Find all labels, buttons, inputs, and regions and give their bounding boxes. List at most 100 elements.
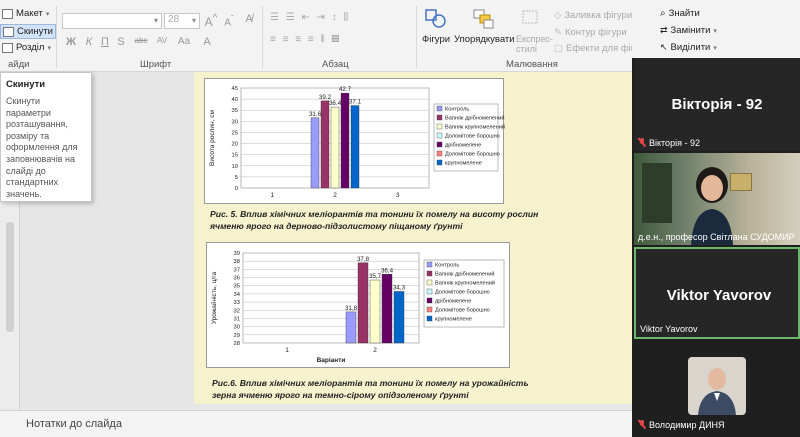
chevron-down-icon: ▾ xyxy=(45,10,50,18)
slides-pane-scrollbar[interactable] xyxy=(6,222,14,332)
quick-styles-button[interactable]: Експрес-стилі xyxy=(516,34,553,54)
legend-label: Доломітове борошно xyxy=(445,134,500,140)
legend-swatch xyxy=(436,114,443,121)
find-button[interactable]: ⌕ Знайти xyxy=(660,8,700,19)
participant-tile-sudomyr[interactable]: д.е.н., професор Світлана СУДОМИР xyxy=(634,153,800,245)
legend-swatch xyxy=(426,288,433,295)
slide-canvas[interactable]: 45 40 35 30 25 20 15 10 5 0 1 2 3 31.6 39.2 36.4 42.7 37.… xyxy=(194,72,650,404)
participant-tile-viktoriya[interactable]: Вікторія - 92 Вікторія - 92 xyxy=(634,58,800,151)
y-tick-label: 28 xyxy=(234,341,240,347)
y-tick-label: 15 xyxy=(232,153,238,159)
bar xyxy=(357,262,369,344)
legend-label: Доломітове борошно xyxy=(435,290,490,296)
legend-swatch xyxy=(426,261,433,268)
chart-yield-svg: 39 38 37 36 35 34 33 32 31 30 29 28 1 2 31,8 37,8 35,736… xyxy=(210,251,505,364)
y-tick-label: 37 xyxy=(234,267,240,273)
chevron-down-icon: ▾ xyxy=(713,27,717,35)
reset-button[interactable]: Скинути xyxy=(0,24,56,39)
group-label-font: Шрифт xyxy=(140,59,172,70)
shapes-icon xyxy=(424,8,448,30)
shape-effects-button[interactable]: ▢ Ефекти для фігур xyxy=(554,43,644,54)
shape-fill-button[interactable]: ◇ Заливка фігури xyxy=(554,10,632,21)
char-spacing-button[interactable]: AV xyxy=(154,36,170,45)
y-tick-label: 5 xyxy=(235,175,238,181)
participant-tile-yavorov[interactable]: Viktor Yavorov Viktor Yavorov xyxy=(634,247,800,339)
font-size-combo[interactable]: 28 ▾ xyxy=(164,13,200,29)
bold-button[interactable]: Ж xyxy=(64,36,78,48)
caption-figure-5-line1: Рис. 5. Вплив хімічних меліорантів та то… xyxy=(210,209,539,219)
legend-swatch xyxy=(436,132,443,139)
participant-name-label: Viktor Yavorov xyxy=(640,324,698,334)
chart-plant-height-svg: 4540353025201510501 2 331.639.236.442.737.… xyxy=(209,86,505,199)
legend-label: Вапняк дрібномелений xyxy=(445,115,505,122)
bar xyxy=(350,105,360,189)
notes-bar[interactable]: Нотатки до слайда xyxy=(0,410,632,437)
section-button[interactable]: Розділ ▾ xyxy=(2,42,51,53)
y-tick-label: 45 xyxy=(232,86,238,92)
chart-plant-height[interactable]: 45 40 35 30 25 20 15 10 5 0 1 2 3 31.6 39.2 36.4 42.7 37.… xyxy=(204,78,505,204)
legend-label: Доломітове борошно xyxy=(435,308,490,314)
shadow-button[interactable]: S xyxy=(114,36,128,48)
ribbon: Макет ▾ Скинути Розділ ▾ айди ▾ 28 ▾ A^ Aˇ … xyxy=(0,0,653,72)
search-icon: ⌕ xyxy=(660,8,666,19)
italic-button[interactable]: К xyxy=(82,36,96,48)
chevron-down-icon: ▾ xyxy=(47,44,51,52)
paragraph-controls: ☰ ☰ ⇤ ⇥ ↕ ⫼ ≡ ≡ ≡ ≡ ⫴ ▤ xyxy=(270,12,400,52)
x-axis-label: Варіанти xyxy=(317,356,346,364)
arrange-icon xyxy=(472,8,496,30)
legend-swatch xyxy=(426,279,433,286)
increase-font-icon[interactable]: A^ xyxy=(204,13,218,29)
x-tick-label: 2 xyxy=(333,192,337,199)
y-tick-label: 35 xyxy=(234,284,240,290)
y-tick-label: 34 xyxy=(234,292,241,298)
group-label-slides: айди xyxy=(8,59,30,70)
y-tick-label: 33 xyxy=(234,300,240,306)
chart-yield[interactable]: 39 38 37 36 35 34 33 32 31 30 29 28 1 2 31,8 37,8 35,7 36… xyxy=(206,242,510,368)
cursor-icon: ↖ xyxy=(660,42,668,52)
font-name-combo[interactable]: ▾ xyxy=(62,13,162,29)
select-button[interactable]: ↖ Виділити ▾ xyxy=(660,42,717,53)
bar xyxy=(393,291,405,344)
paint-bucket-icon: ◇ xyxy=(554,10,562,21)
change-case-button[interactable]: Aa xyxy=(176,36,192,47)
list-icons[interactable]: ☰ ☰ ⇤ ⇥ ↕ ⫼ xyxy=(270,12,350,23)
legend-label: дрібномелене xyxy=(435,299,471,305)
x-tick-label: 1 xyxy=(271,192,275,199)
y-tick-label: 40 xyxy=(232,97,238,103)
bar xyxy=(320,100,330,189)
strikethrough-button[interactable]: abc xyxy=(132,36,150,45)
decrease-font-icon[interactable]: Aˇ xyxy=(222,13,236,28)
y-tick-label: 25 xyxy=(232,130,238,136)
x-tick-label: 2 xyxy=(373,347,377,354)
y-tick-label: 10 xyxy=(232,164,238,170)
y-tick-label: 38 xyxy=(234,259,240,265)
data-label: 37.1 xyxy=(349,99,362,106)
replace-icon: ⇄ xyxy=(660,25,668,35)
arrange-button[interactable]: Упорядкувати xyxy=(454,34,515,45)
shape-outline-button[interactable]: ✎ Контур фігури xyxy=(554,27,627,38)
bar xyxy=(381,274,393,344)
data-label: 36,4 xyxy=(381,267,394,274)
y-tick-label: 29 xyxy=(234,333,240,339)
legend-swatch xyxy=(436,150,443,157)
legend-label: Вапняк дрібномелений xyxy=(435,271,495,278)
shapes-button[interactable]: Фігури xyxy=(422,34,450,45)
replace-button[interactable]: ⇄ Замінити ▾ xyxy=(660,25,717,36)
legend-label: Вапняк крупномелений xyxy=(435,280,495,287)
participant-tile-dynya[interactable]: Володимир ДИНЯ xyxy=(634,341,800,433)
y-tick-label: 30 xyxy=(232,119,238,125)
bar xyxy=(310,117,320,189)
tooltip-title: Скинути xyxy=(6,79,46,90)
legend-label: Доломітове борошно xyxy=(445,152,500,158)
legend-label: Вапняк крупномелений xyxy=(445,124,505,131)
x-tick-label: 1 xyxy=(285,347,289,354)
legend-label: дрібномелене xyxy=(445,143,481,149)
clear-format-icon[interactable]: A̸ xyxy=(242,13,256,25)
font-color-button[interactable]: A xyxy=(200,36,214,48)
caption-figure-6-line1: Рис.6. Вплив хімічних меліорантів та тон… xyxy=(212,378,529,388)
align-icons[interactable]: ≡ ≡ ≡ ≡ ⫴ ▤ xyxy=(270,34,341,45)
data-label: 31.6 xyxy=(309,111,322,118)
layout-button[interactable]: Макет ▾ xyxy=(2,8,49,19)
underline-button[interactable]: П xyxy=(98,36,112,48)
y-tick-label: 36 xyxy=(234,276,240,282)
